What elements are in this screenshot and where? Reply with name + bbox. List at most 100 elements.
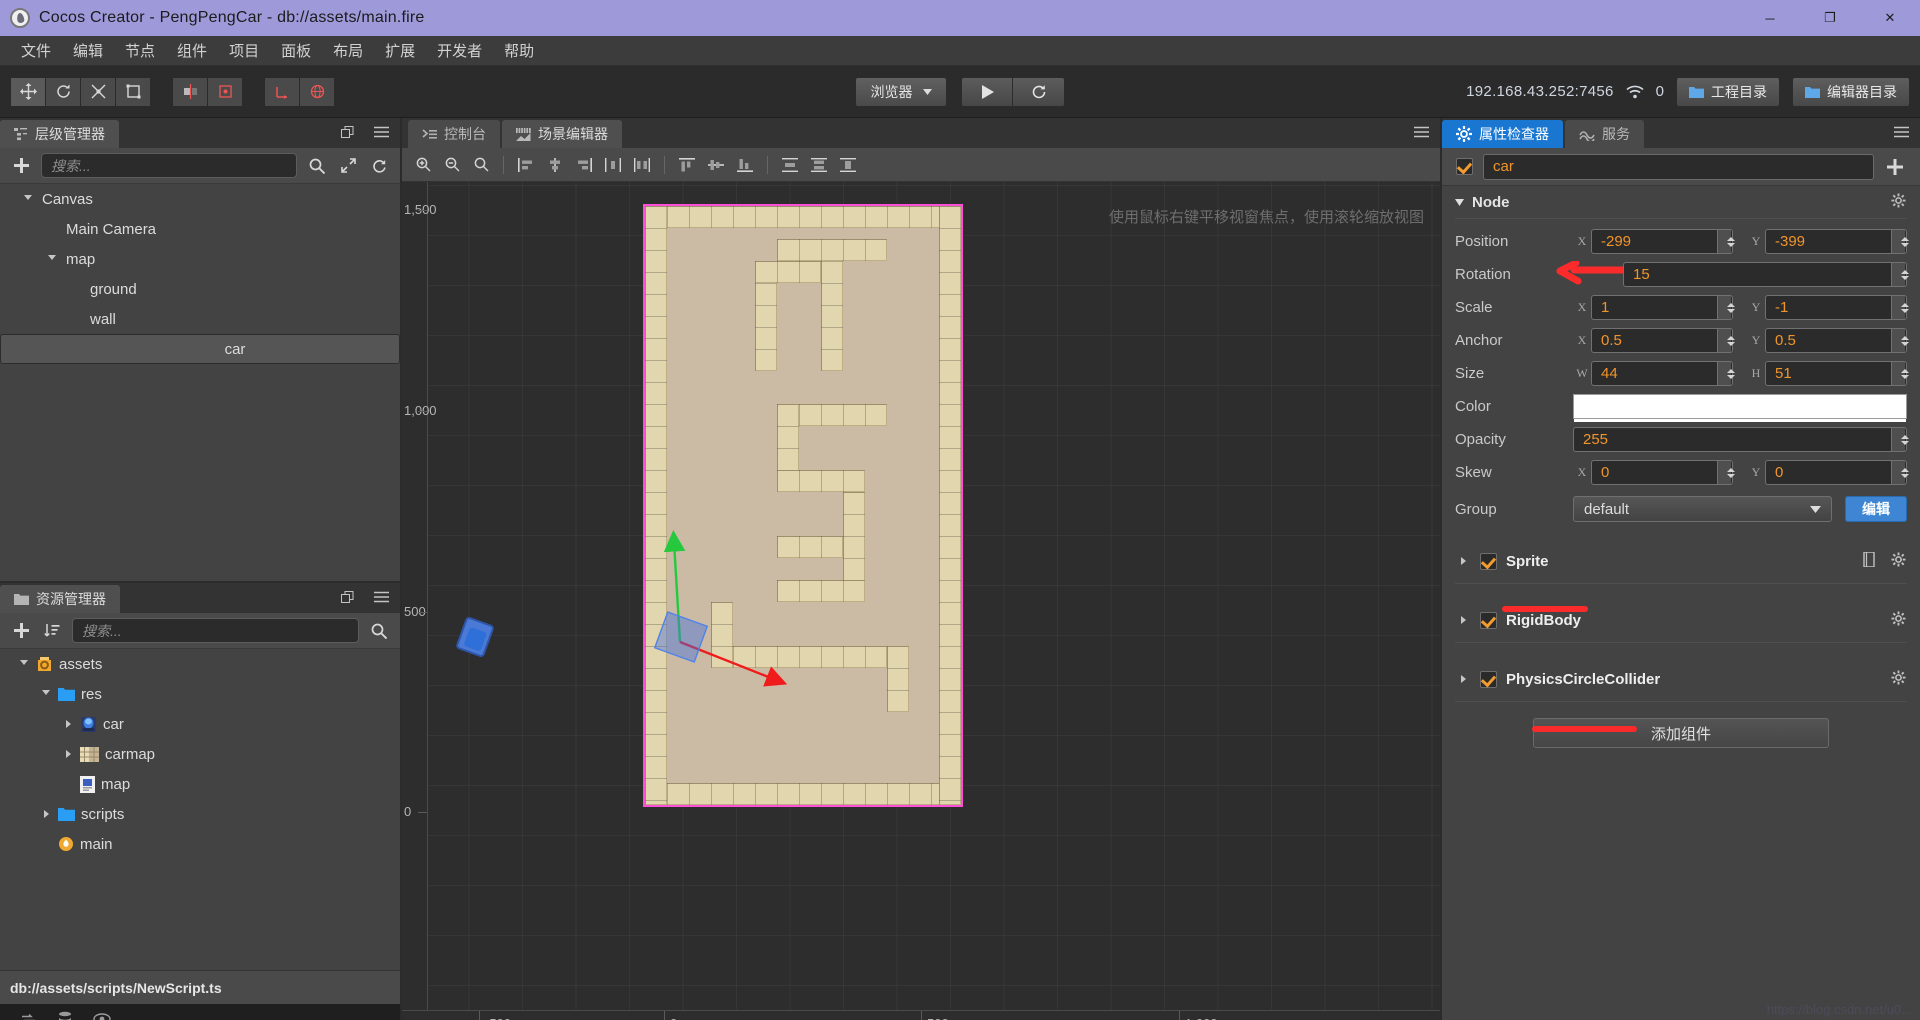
chevron-down-icon[interactable] — [44, 254, 60, 264]
search-icon[interactable] — [306, 155, 328, 177]
global-space-button[interactable] — [299, 76, 335, 107]
hierarchy-node-main-camera[interactable]: Main Camera — [0, 214, 400, 244]
rotate-tool-button[interactable] — [45, 76, 81, 107]
distribute-v2-icon[interactable] — [806, 153, 832, 177]
scale-tool-button[interactable] — [80, 76, 116, 107]
component-physicscirclecollider[interactable]: PhysicsCircleCollider — [1442, 661, 1920, 697]
skew-x-stepper[interactable] — [1717, 461, 1735, 484]
menu-item-1[interactable]: 编辑 — [62, 37, 114, 64]
skew-x-input[interactable]: 0 — [1591, 460, 1735, 485]
anchor-x-input[interactable]: 0.5 — [1591, 328, 1735, 353]
asset-item-carmap[interactable]: carmap — [0, 739, 400, 769]
align-center-h-icon[interactable] — [542, 153, 568, 177]
add-node-icon[interactable] — [10, 155, 32, 177]
skew-y-stepper[interactable] — [1891, 461, 1909, 484]
asset-item-res[interactable]: res — [0, 679, 400, 709]
scene-viewport[interactable]: 使用鼠标右键平移视窗焦点，使用滚轮缩放视图 1,500 1,000 500 0 — [402, 182, 1440, 1020]
collider-enabled-checkbox[interactable] — [1480, 670, 1497, 688]
zoom-in-icon[interactable] — [410, 153, 436, 177]
doc-icon[interactable] — [1863, 551, 1877, 570]
anchor-x-stepper[interactable] — [1717, 329, 1735, 352]
tab-scene-editor[interactable]: 场景编辑器 — [502, 120, 622, 148]
align-bottom-icon[interactable] — [732, 153, 758, 177]
rect-tool-button[interactable] — [115, 76, 151, 107]
play-button[interactable] — [961, 76, 1013, 107]
panel-menu-icon[interactable] — [370, 586, 392, 608]
add-icon[interactable] — [1884, 156, 1906, 178]
asset-item-scripts[interactable]: scripts — [0, 799, 400, 829]
skew-y-input[interactable]: 0 — [1765, 460, 1909, 485]
gear-icon[interactable] — [1891, 552, 1906, 570]
color-swatch[interactable] — [1573, 394, 1907, 422]
scale-y-stepper[interactable] — [1891, 296, 1909, 319]
size-h-input[interactable]: 51 — [1765, 361, 1909, 386]
hierarchy-search-input[interactable]: 搜索... — [41, 153, 297, 178]
hierarchy-node-wall[interactable]: wall — [0, 304, 400, 334]
menu-item-6[interactable]: 布局 — [322, 37, 374, 64]
zoom-fit-icon[interactable] — [468, 153, 494, 177]
menu-item-5[interactable]: 面板 — [270, 37, 322, 64]
popout-icon[interactable] — [336, 586, 358, 608]
asset-item-car[interactable]: car — [0, 709, 400, 739]
rotation-stepper[interactable] — [1891, 263, 1909, 286]
align-right-icon[interactable] — [571, 153, 597, 177]
position-x-input[interactable]: -299 — [1591, 229, 1735, 254]
minimize-button[interactable]: ─ — [1740, 0, 1800, 36]
asset-item-assets[interactable]: assets — [0, 649, 400, 679]
hierarchy-node-car[interactable]: car — [0, 334, 400, 364]
size-w-stepper[interactable] — [1717, 362, 1735, 385]
search-icon[interactable] — [368, 620, 390, 642]
chevron-right-icon[interactable] — [1455, 557, 1471, 565]
sort-icon[interactable] — [41, 620, 63, 642]
chevron-right-icon[interactable] — [60, 720, 76, 728]
tab-assets[interactable]: 资源管理器 — [0, 585, 120, 613]
position-y-stepper[interactable] — [1891, 230, 1909, 253]
tab-services[interactable]: 服务 — [1565, 120, 1644, 148]
align-top-icon[interactable] — [674, 153, 700, 177]
hierarchy-node-ground[interactable]: ground — [0, 274, 400, 304]
eye-icon[interactable] — [93, 1012, 111, 1020]
scene-canvas[interactable]: 使用鼠标右键平移视窗焦点，使用滚轮缩放视图 — [428, 182, 1440, 1010]
size-w-input[interactable]: 44 — [1591, 361, 1735, 386]
scale-y-input[interactable]: -1 — [1765, 295, 1909, 320]
distribute-h-icon[interactable] — [600, 153, 626, 177]
database-icon[interactable] — [57, 1011, 73, 1020]
add-component-button[interactable]: 添加组件 — [1533, 718, 1829, 748]
refresh-button[interactable] — [1013, 76, 1065, 107]
chevron-down-icon[interactable] — [16, 659, 32, 669]
rotation-input[interactable]: 15 — [1623, 262, 1909, 287]
panel-menu-icon[interactable] — [370, 121, 392, 143]
popout-icon[interactable] — [336, 121, 358, 143]
chevron-right-icon[interactable] — [38, 810, 54, 818]
scale-x-stepper[interactable] — [1717, 296, 1735, 319]
local-space-button[interactable] — [264, 76, 300, 107]
zoom-out-icon[interactable] — [439, 153, 465, 177]
tab-properties[interactable]: 属性检查器 — [1442, 120, 1563, 148]
assets-search-input[interactable]: 搜索... — [72, 618, 359, 643]
node-section-header[interactable]: Node — [1442, 186, 1920, 218]
distribute-v-icon[interactable] — [777, 153, 803, 177]
chevron-down-icon[interactable] — [38, 689, 54, 699]
expand-icon[interactable] — [337, 155, 359, 177]
chevron-right-icon[interactable] — [1455, 616, 1471, 624]
distribute-v3-icon[interactable] — [835, 153, 861, 177]
chevron-right-icon[interactable] — [60, 750, 76, 758]
sprite-enabled-checkbox[interactable] — [1480, 552, 1497, 570]
opacity-input[interactable]: 255 — [1573, 427, 1909, 452]
menu-item-8[interactable]: 开发者 — [426, 37, 493, 64]
group-edit-button[interactable]: 编辑 — [1845, 496, 1907, 522]
pivot-center-button[interactable] — [172, 76, 208, 107]
scale-x-input[interactable]: 1 — [1591, 295, 1735, 320]
car-sprite[interactable] — [455, 615, 495, 659]
menu-item-2[interactable]: 节点 — [114, 37, 166, 64]
preview-target-select[interactable]: 浏览器 — [855, 76, 947, 107]
hierarchy-node-canvas[interactable]: Canvas — [0, 184, 400, 214]
menu-item-0[interactable]: 文件 — [10, 37, 62, 64]
panel-menu-icon[interactable] — [1410, 121, 1432, 143]
gear-icon[interactable] — [1891, 192, 1906, 212]
pivot-pivot-button[interactable] — [207, 76, 243, 107]
maximize-button[interactable]: ❐ — [1800, 0, 1860, 36]
tab-hierarchy[interactable]: 层级管理器 — [0, 120, 119, 148]
panel-menu-icon[interactable] — [1890, 121, 1912, 143]
sync-icon[interactable] — [20, 1011, 37, 1020]
